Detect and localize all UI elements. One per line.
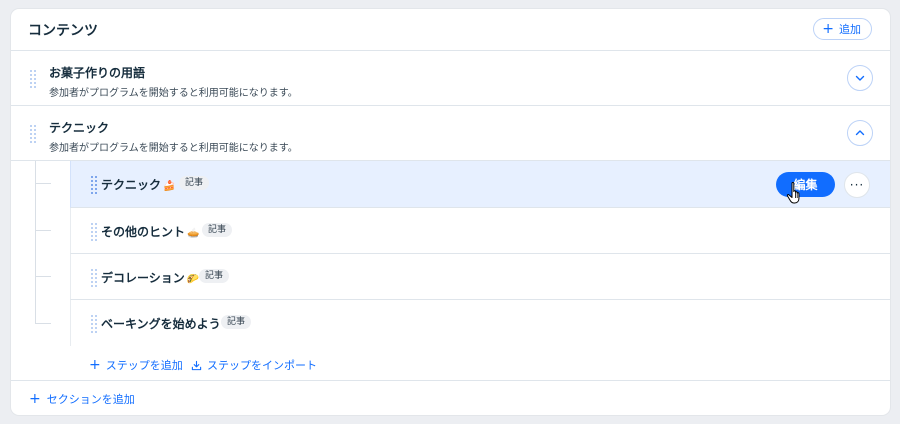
step-row[interactable]: ベーキングを始めよう 記事 [70, 300, 890, 346]
add-button[interactable]: + 追加 [813, 18, 872, 40]
tree-branch [35, 323, 51, 324]
import-step-label: ステップをインポート [207, 359, 317, 372]
step-emoji: 🌮 [186, 274, 200, 285]
step-row[interactable]: テクニック 🍰 記事 編集 ··· [70, 161, 890, 208]
plus-icon: + [29, 391, 41, 407]
drag-handle-icon[interactable] [30, 70, 36, 88]
drag-handle-icon[interactable] [91, 315, 97, 333]
add-button-label: 追加 [839, 23, 861, 36]
step-emoji: 🥧 [187, 228, 200, 239]
add-section-label: セクションを追加 [46, 393, 135, 406]
step-title: その他のヒント 🥧 [101, 223, 199, 240]
download-icon [191, 360, 202, 370]
tree-branch [35, 183, 51, 184]
add-step-link[interactable]: + ステップを追加 [89, 357, 183, 373]
section-row[interactable]: お菓子作りの用語 参加者がプログラムを開始すると利用可能になります。 [11, 51, 890, 106]
tree-connector-line [35, 161, 36, 324]
divider [11, 380, 890, 381]
add-step-label: ステップを追加 [105, 359, 183, 372]
tree-branch [35, 276, 51, 277]
panel-header: コンテンツ + 追加 [11, 9, 890, 51]
section-description: 参加者がプログラムを開始すると利用可能になります。 [49, 143, 298, 154]
add-section-link[interactable]: + セクションを追加 [29, 391, 135, 407]
article-badge: 記事 [199, 269, 230, 283]
article-badge: 記事 [179, 176, 210, 190]
import-step-link[interactable]: ステップをインポート [191, 357, 317, 373]
step-title: ベーキングを始めよう [101, 315, 221, 332]
hand-cursor-icon [786, 181, 800, 204]
drag-handle-icon[interactable] [30, 125, 36, 143]
page-title: コンテンツ [28, 23, 98, 39]
section-title: お菓子作りの用語 [49, 66, 146, 80]
article-badge: 記事 [202, 223, 233, 237]
step-row[interactable]: その他のヒント 🥧 記事 [70, 208, 890, 254]
step-title-text: デコレーション [101, 271, 185, 285]
step-emoji: 🍰 [163, 181, 176, 192]
step-title: デコレーション 🌮 [101, 269, 199, 286]
drag-handle-icon[interactable] [91, 176, 97, 194]
content-panel: コンテンツ + 追加 お菓子作りの用語 参加者がプログラムを開始すると利用可能に… [11, 9, 890, 415]
article-badge: 記事 [221, 315, 252, 329]
chevron-down-icon [855, 75, 865, 81]
section-row[interactable]: テクニック 参加者がプログラムを開始すると利用可能になります。 [11, 106, 890, 161]
section-description: 参加者がプログラムを開始すると利用可能になります。 [49, 88, 298, 99]
plus-icon: + [89, 357, 101, 373]
plus-icon: + [822, 21, 834, 37]
expand-section-button[interactable] [847, 65, 873, 91]
drag-handle-icon[interactable] [91, 269, 97, 287]
step-title-text: その他のヒント [101, 225, 186, 239]
step-row[interactable]: デコレーション 🌮 記事 [70, 254, 890, 300]
step-title-text: テクニック [101, 178, 162, 192]
drag-handle-icon[interactable] [91, 223, 97, 241]
tree-branch [35, 230, 51, 231]
chevron-up-icon [855, 130, 865, 136]
edit-button[interactable]: 編集 [776, 172, 835, 197]
step-title: テクニック 🍰 [101, 176, 175, 193]
more-actions-button[interactable]: ··· [844, 172, 870, 198]
section-title: テクニック [49, 121, 110, 135]
collapse-section-button[interactable] [847, 120, 873, 146]
step-title-text: ベーキングを始めよう [101, 317, 221, 331]
